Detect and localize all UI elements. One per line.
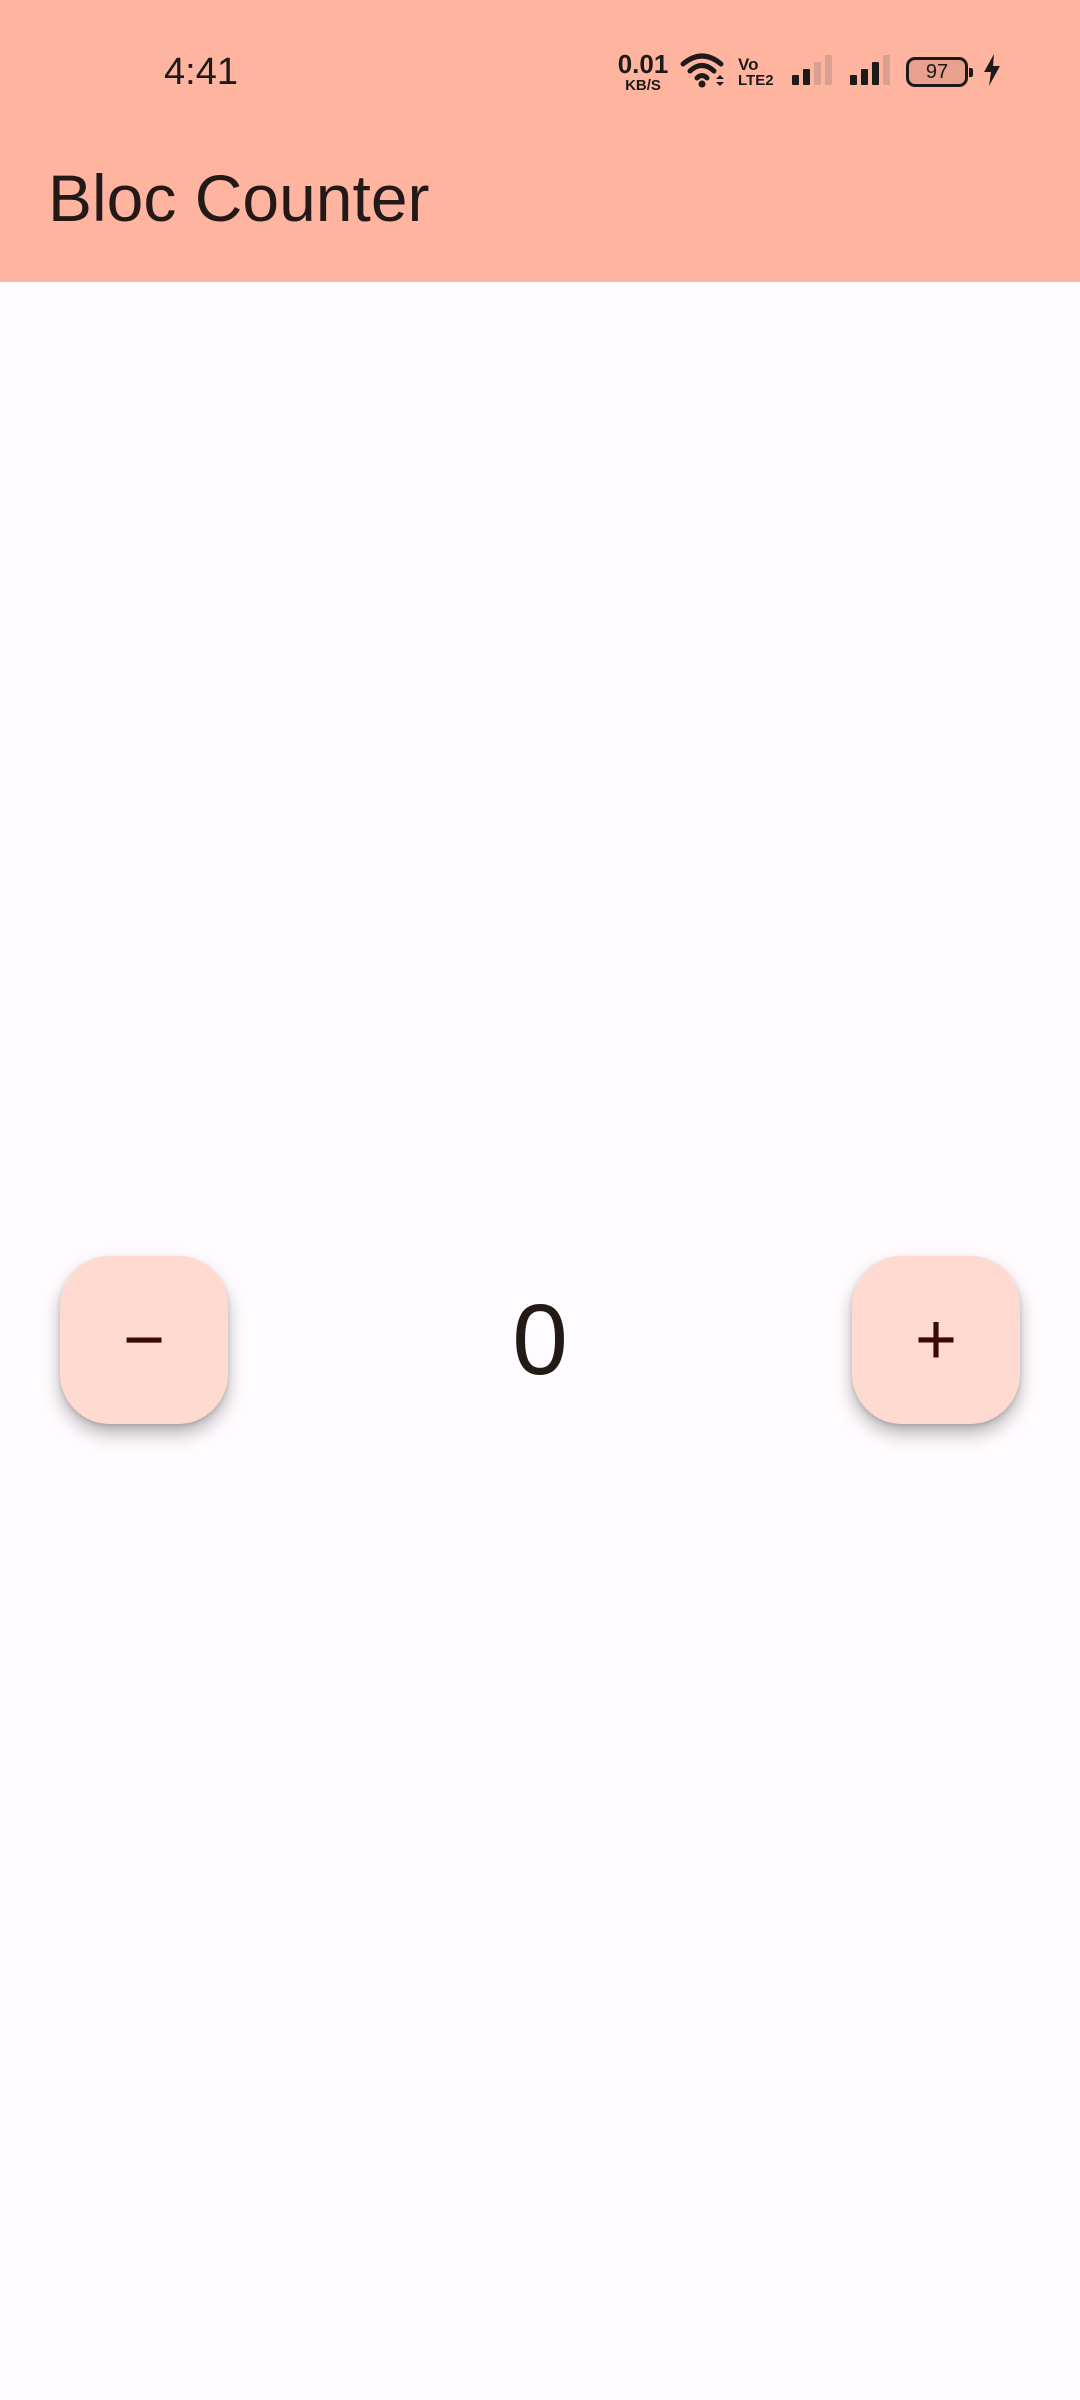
charging-bolt-icon [982,53,1002,92]
wifi-icon [680,52,724,93]
app-header: 4:41 0.01 KB/S Vo LTE2 97 Bloc Counter [0,0,1080,282]
volte-label-top: Vo [738,55,759,74]
battery-icon: 97 [906,57,973,87]
plus-icon: + [914,1300,958,1380]
counter-row: − 0 + [0,1256,1080,1424]
signal-strength-icon-1 [790,53,834,92]
network-speed: 0.01 KB/S [617,49,669,94]
page-title: Bloc Counter [48,161,430,235]
network-speed-unit: KB/S [625,77,661,94]
battery-level: 97 [925,60,949,83]
network-speed-value: 0.01 [617,49,669,79]
volte-icon: Vo LTE2 [738,56,776,88]
status-icons: 0.01 KB/S Vo LTE2 97 [617,46,1002,98]
status-time: 4:41 [164,51,238,93]
signal-strength-icon-2 [848,53,892,92]
volte-label-bottom: LTE2 [738,72,774,89]
increment-button[interactable]: + [852,1256,1020,1424]
status-bar: 4:41 0.01 KB/S Vo LTE2 97 [0,0,1080,142]
